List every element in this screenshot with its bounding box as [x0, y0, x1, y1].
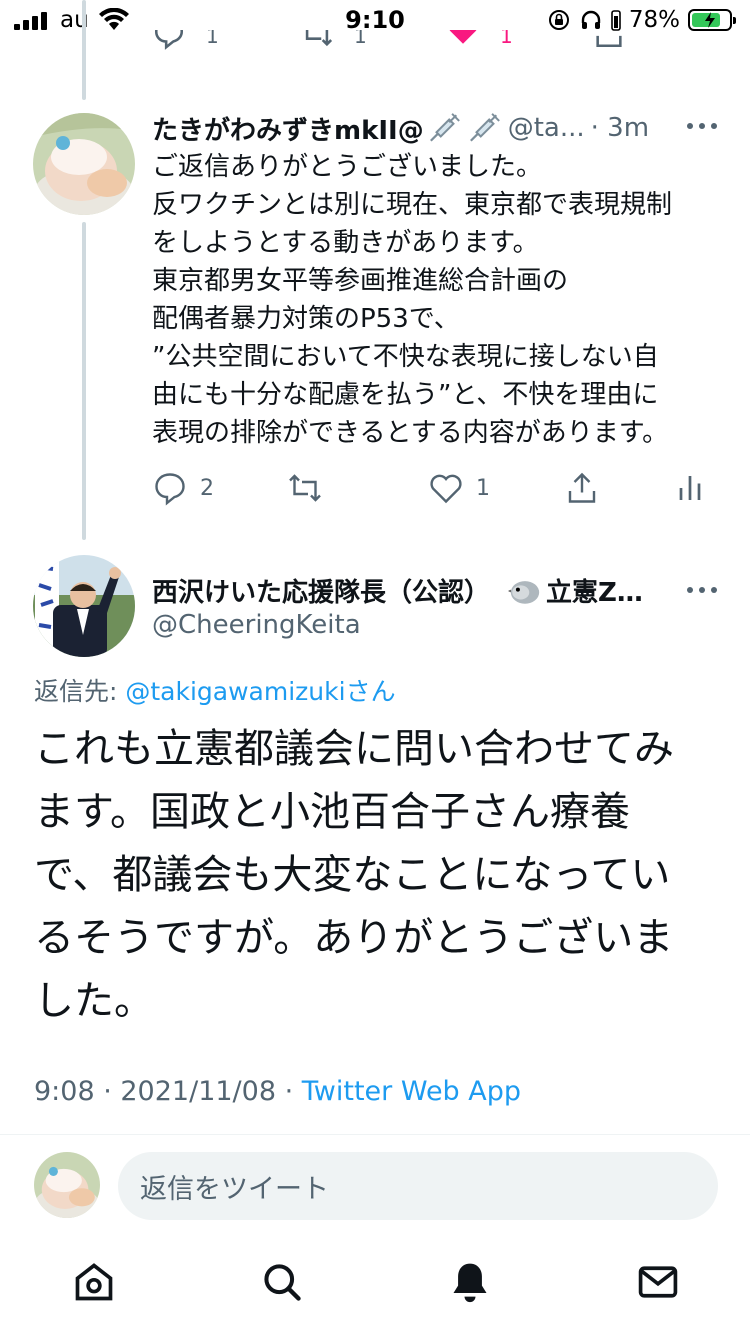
- avatar[interactable]: [33, 555, 135, 657]
- tweet-line: 反ワクチンとは別に現在、東京都で表現規制: [152, 190, 673, 220]
- battery-icon: [688, 9, 736, 31]
- retweet-icon[interactable]: [300, 30, 334, 50]
- tweet-actions: 2 1: [150, 470, 710, 506]
- main-tweet-header: 西沢けいた応援隊長（公認） 立憲Z…: [152, 572, 643, 609]
- search-icon[interactable]: [260, 1260, 304, 1304]
- syringe-icon: [469, 113, 500, 142]
- thread-line-bottom: [82, 222, 86, 540]
- tweet-line: で、都議会も大変なことになってい: [34, 852, 671, 898]
- tweet-header: たきがわみずきmkII@ @ta... · 3m: [152, 108, 722, 148]
- like-button[interactable]: 1: [428, 470, 490, 506]
- share-icon: [568, 472, 596, 503]
- analytics-icon: [679, 476, 701, 500]
- tweet-line: 表現の排除ができるとする内容があります。: [152, 418, 669, 448]
- more-options-icon[interactable]: [682, 116, 722, 136]
- retweet-button[interactable]: [286, 470, 336, 506]
- display-name[interactable]: 西沢けいた応援隊長（公認）: [152, 572, 490, 609]
- reply-to: 返信先: @takigawamizukiさん: [34, 672, 396, 708]
- avatar[interactable]: [33, 113, 135, 215]
- reply-icon: [155, 473, 185, 506]
- display-name-suffix[interactable]: 立憲Z…: [546, 572, 643, 609]
- tweet-text: ご返信ありがとうございました。 反ワクチンとは別に現在、東京都で表現規制 をしよ…: [152, 148, 732, 452]
- tweet-line: ます。国政と小池百合子さん療養: [34, 789, 630, 835]
- share-button[interactable]: [564, 470, 600, 506]
- reply-button[interactable]: 2: [152, 470, 214, 506]
- syringe-icon: [429, 113, 460, 142]
- like-filled-icon[interactable]: [446, 30, 480, 48]
- battery-small-icon: [611, 10, 621, 31]
- tweet-line: これも立憲都議会に問い合わせてみ: [34, 726, 674, 772]
- retweet-icon: [289, 474, 321, 502]
- reply-icon[interactable]: [152, 30, 186, 50]
- timestamp: 9:08 · 2021/11/08 ·: [34, 1076, 302, 1107]
- previous-tweet-actions: 1 1 1: [150, 30, 710, 60]
- display-name[interactable]: たきがわみずきmkII@: [152, 110, 424, 147]
- reply-count: 2: [200, 475, 214, 501]
- handle[interactable]: @ta...: [508, 113, 585, 143]
- tweet-line: ”公共空間において不快な表現に接しない自: [152, 342, 659, 372]
- analytics-button[interactable]: [672, 470, 708, 506]
- orientation-lock-icon: [548, 10, 569, 30]
- divider: [0, 1134, 750, 1135]
- reply-placeholder: 返信をツイート: [140, 1173, 329, 1205]
- messages-icon[interactable]: [636, 1260, 680, 1304]
- bird-icon: [508, 580, 540, 604]
- handle[interactable]: @CheeringKeita: [152, 610, 361, 640]
- reply-to-label: 返信先:: [34, 677, 126, 706]
- like-icon: [430, 474, 462, 504]
- tweet-time: · 3m: [590, 113, 650, 143]
- headphones-icon: [581, 10, 601, 29]
- tweet-line: した。: [34, 978, 154, 1024]
- avatar[interactable]: [34, 1152, 100, 1218]
- source-app-link[interactable]: Twitter Web App: [302, 1076, 521, 1107]
- reply-to-handle-link[interactable]: @takigawamizukiさん: [125, 677, 395, 706]
- tweet-line: 由にも十分な配慮を払う”と、不快を理由に: [152, 380, 659, 410]
- notifications-icon[interactable]: [448, 1260, 492, 1304]
- like-count: 1: [476, 475, 490, 501]
- tweet-line: ご返信ありがとうございました。: [152, 152, 543, 182]
- tweet-line: るそうですが。ありがとうございま: [34, 915, 674, 961]
- tweet-meta: 9:08 · 2021/11/08 · Twitter Web App: [34, 1076, 521, 1107]
- home-icon[interactable]: [72, 1260, 116, 1304]
- main-tweet-text: これも立憲都議会に問い合わせてみ ます。国政と小池百合子さん療養 で、都議会も大…: [34, 718, 724, 1033]
- more-options-icon[interactable]: [682, 580, 722, 600]
- tweet-line: をしようとする動きがあります。: [152, 228, 539, 258]
- share-icon[interactable]: [592, 30, 626, 50]
- tweet-line: 配偶者暴力対策のP53で、: [152, 304, 460, 334]
- thread-line-top: [82, 0, 86, 100]
- tab-bar: [0, 1250, 750, 1320]
- reply-input[interactable]: 返信をツイート: [118, 1152, 718, 1220]
- tweet-line: 東京都男女平等参画推進総合計画の: [152, 266, 569, 296]
